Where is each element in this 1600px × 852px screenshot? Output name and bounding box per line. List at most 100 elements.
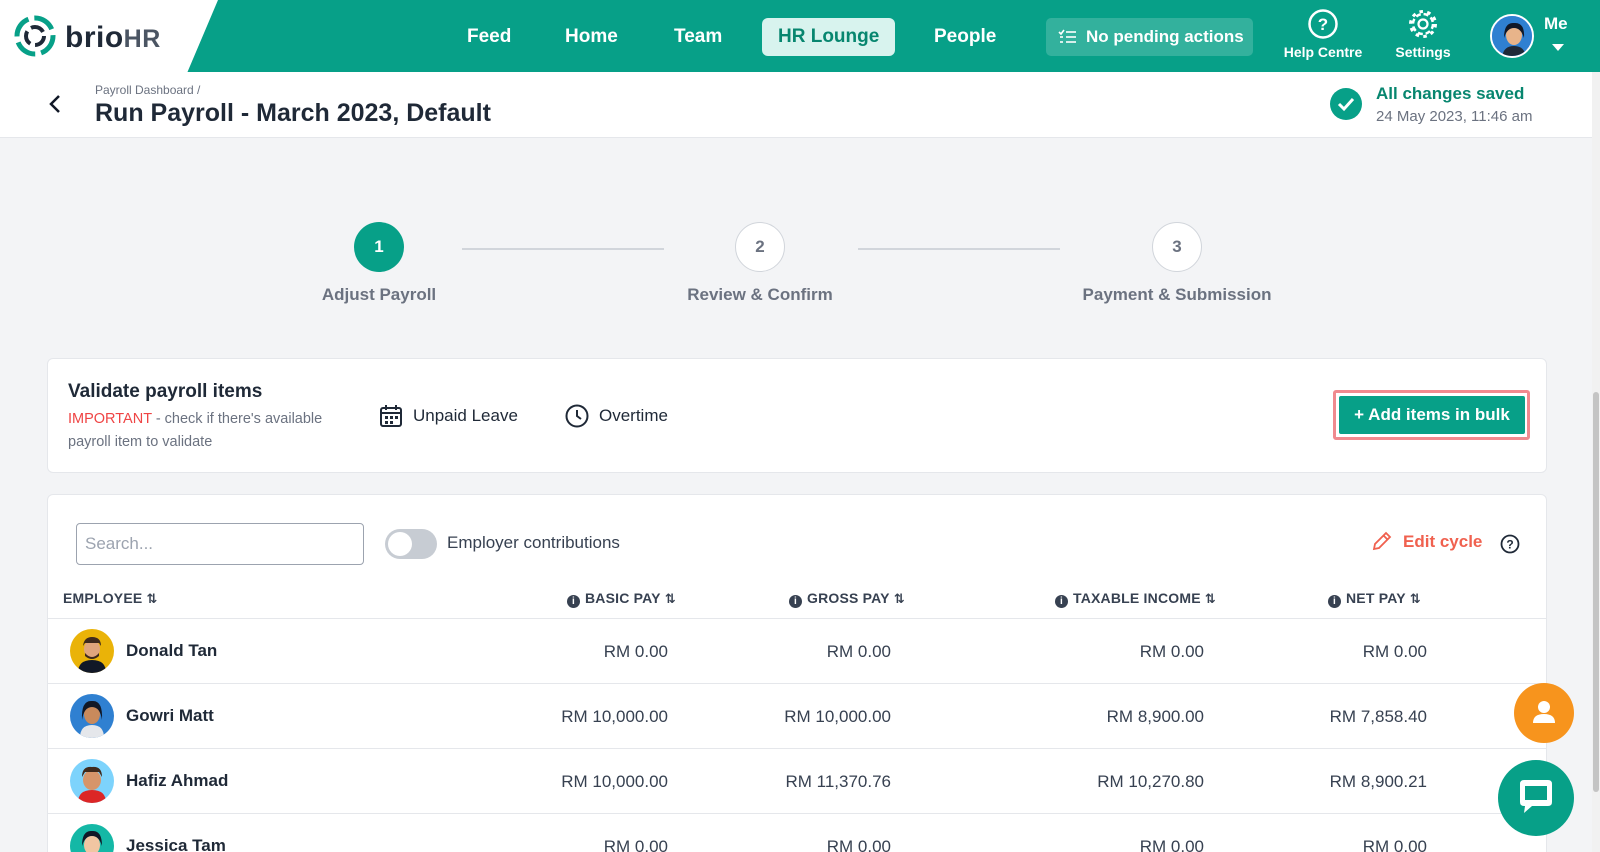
unpaid-leave-label: Unpaid Leave — [413, 406, 518, 425]
validate-payroll-card: Validate payroll items IMPORTANT - check… — [47, 358, 1547, 473]
people-fab-button[interactable] — [1514, 683, 1574, 743]
add-items-in-bulk-button[interactable]: + Add items in bulk — [1339, 396, 1525, 434]
sort-icon: ⇅ — [1204, 591, 1216, 606]
step-1-label: Adjust Payroll — [321, 285, 437, 304]
help-centre-button[interactable]: ? Help Centre — [1278, 8, 1368, 60]
nav-home[interactable]: Home — [549, 18, 634, 56]
validate-title: Validate payroll items — [68, 381, 263, 402]
validate-description: IMPORTANT - check if there's available p… — [68, 411, 323, 450]
sort-icon: ⇅ — [893, 591, 905, 606]
help-icon: ? — [1308, 9, 1338, 39]
info-icon: i — [1055, 595, 1068, 608]
overtime-button[interactable]: Overtime — [565, 401, 668, 431]
logo-text: brioHR — [65, 21, 161, 54]
nav-people[interactable]: People — [918, 18, 1012, 56]
table-row[interactable]: Gowri Matt RM 10,000.00 RM 10,000.00 RM … — [48, 684, 1546, 748]
user-avatar-image — [1492, 16, 1532, 56]
svg-text:?: ? — [1506, 538, 1513, 552]
pending-actions-button[interactable]: No pending actions — [1046, 18, 1253, 56]
avatar — [70, 759, 114, 803]
taxable-income-cell: RM 0.00 — [1139, 837, 1204, 852]
clock-icon — [565, 404, 589, 428]
user-avatar[interactable] — [1490, 14, 1534, 58]
column-header-gross-pay[interactable]: i GROSS PAY ⇅ — [789, 588, 905, 608]
chat-icon — [1520, 780, 1552, 813]
avatar — [70, 694, 114, 738]
taxable-income-cell: RM 0.00 — [1139, 642, 1204, 661]
gross-pay-cell: RM 0.00 — [826, 642, 891, 661]
employee-name: Jessica Tam — [126, 836, 226, 852]
nav-hr-lounge[interactable]: HR Lounge — [762, 18, 896, 56]
pending-actions-label: No pending actions — [1086, 27, 1244, 46]
taxable-income-cell: RM 10,270.80 — [1097, 772, 1204, 791]
page-header: Payroll Dashboard / Run Payroll - March … — [0, 72, 1592, 138]
net-pay-cell: RM 0.00 — [1362, 642, 1427, 661]
nav-team[interactable]: Team — [658, 18, 738, 56]
page-scrollbar[interactable] — [1592, 72, 1600, 852]
employee-name: Hafiz Ahmad — [126, 771, 229, 790]
basic-pay-cell: RM 0.00 — [603, 642, 668, 661]
edit-cycle-button[interactable]: Edit cycle — [1371, 531, 1483, 552]
gross-pay-cell: RM 0.00 — [826, 837, 891, 852]
sort-icon: ⇅ — [146, 591, 158, 606]
employer-contributions-label: Employer contributions — [447, 533, 620, 552]
avatar — [70, 824, 114, 852]
gross-pay-cell: RM 11,370.76 — [785, 772, 891, 791]
brio-logo-icon — [14, 15, 56, 57]
search-input[interactable] — [76, 523, 364, 565]
info-icon: i — [1328, 595, 1341, 608]
step-3-circle[interactable]: 3 — [1152, 222, 1202, 272]
me-label[interactable]: Me — [1544, 14, 1568, 34]
checklist-icon — [1058, 29, 1076, 43]
net-pay-cell: RM 8,900.21 — [1329, 772, 1427, 791]
basic-pay-cell: RM 10,000.00 — [561, 772, 668, 791]
employee-name: Gowri Matt — [126, 706, 214, 725]
column-header-net-pay[interactable]: i NET PAY ⇅ — [1328, 588, 1421, 608]
step-connector — [858, 248, 1060, 250]
chevron-down-icon[interactable] — [1552, 44, 1564, 51]
step-3-label: Payment & Submission — [1082, 285, 1272, 304]
sort-icon: ⇅ — [1409, 591, 1421, 606]
employee-name: Donald Tan — [126, 641, 218, 660]
chat-fab-button[interactable] — [1498, 760, 1574, 836]
table-row[interactable]: Hafiz Ahmad RM 10,000.00 RM 11,370.76 RM… — [48, 749, 1546, 813]
basic-pay-cell: RM 10,000.00 — [561, 707, 668, 726]
info-icon: i — [789, 595, 802, 608]
net-pay-cell: RM 0.00 — [1362, 837, 1427, 852]
step-2-circle[interactable]: 2 — [735, 222, 785, 272]
step-connector — [462, 248, 664, 250]
table-row[interactable]: Jessica Tam RM 0.00 RM 0.00 RM 0.00 RM 0… — [48, 814, 1546, 852]
breadcrumb[interactable]: Payroll Dashboard / — [95, 83, 200, 97]
unpaid-leave-button[interactable]: Unpaid Leave — [379, 401, 518, 431]
nav-feed[interactable]: Feed — [451, 18, 527, 56]
step-2-label: Review & Confirm — [687, 285, 833, 304]
basic-pay-cell: RM 0.00 — [603, 837, 668, 852]
back-arrow-icon[interactable] — [44, 92, 68, 116]
person-icon — [1533, 701, 1555, 723]
gear-icon — [1409, 10, 1437, 38]
info-icon: i — [567, 595, 580, 608]
taxable-income-cell: RM 8,900.00 — [1106, 707, 1204, 726]
calendar-icon — [380, 405, 402, 427]
settings-label: Settings — [1395, 44, 1451, 60]
avatar — [70, 629, 114, 673]
logo-area[interactable]: brioHR — [0, 0, 218, 72]
table-row[interactable]: Donald Tan RM 0.00 RM 0.00 RM 0.00 RM 0.… — [48, 619, 1546, 683]
saved-check-icon — [1330, 88, 1362, 120]
step-1-circle[interactable]: 1 — [354, 222, 404, 272]
net-pay-cell: RM 7,858.40 — [1329, 707, 1427, 726]
save-timestamp: 24 May 2023, 11:46 am — [1376, 108, 1533, 125]
important-label: IMPORTANT — [68, 411, 152, 427]
column-header-taxable-income[interactable]: i TAXABLE INCOME ⇅ — [1055, 588, 1216, 608]
column-header-basic-pay[interactable]: i BASIC PAY ⇅ — [567, 588, 676, 608]
top-navbar: brioHR Feed Home Team HR Lounge People N… — [0, 0, 1600, 72]
employer-contributions-toggle[interactable] — [385, 529, 437, 559]
settings-button[interactable]: Settings — [1378, 8, 1468, 60]
overtime-label: Overtime — [599, 406, 668, 425]
edit-cycle-label: Edit cycle — [1403, 532, 1483, 551]
column-header-employee[interactable]: EMPLOYEE ⇅ — [63, 588, 158, 608]
svg-text:?: ? — [1318, 15, 1328, 34]
help-icon[interactable]: ? — [1500, 534, 1520, 554]
sort-icon: ⇅ — [664, 591, 676, 606]
pencil-icon — [1372, 531, 1392, 551]
